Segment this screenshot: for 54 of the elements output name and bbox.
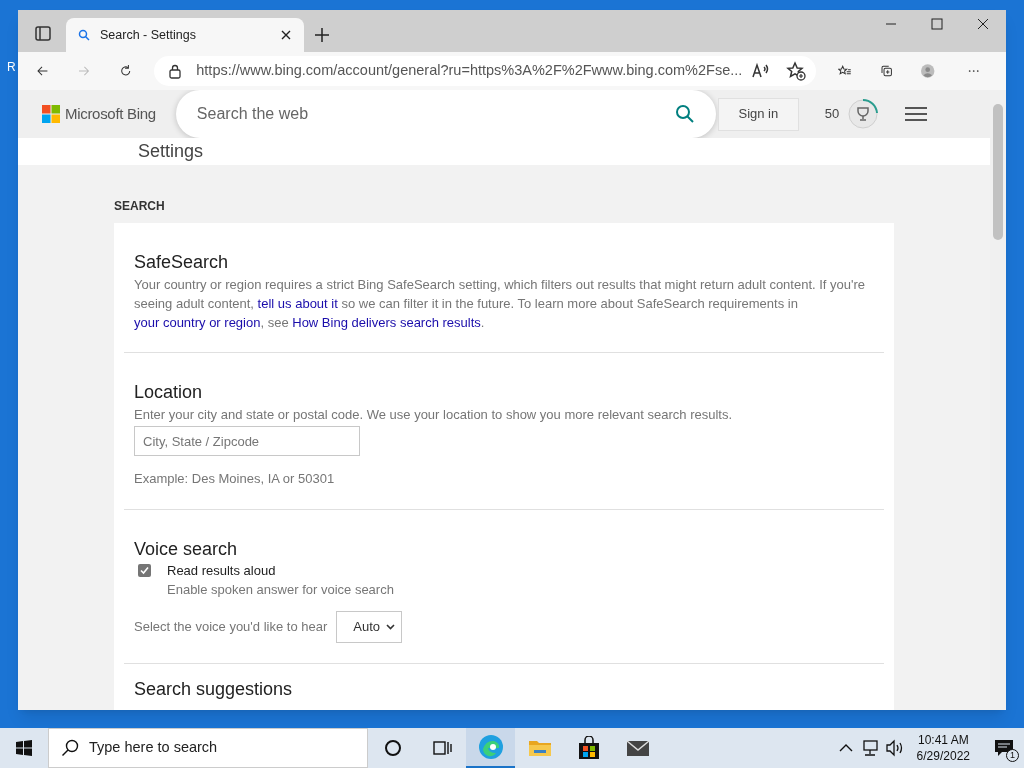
cortana-icon[interactable] [383,739,402,757]
search-field[interactable]: Search the web [175,90,716,138]
section-title: Location [134,381,204,403]
volume-icon[interactable] [884,739,905,757]
chevron-up-icon[interactable] [838,743,853,753]
points-count: 50 [824,105,840,124]
taskbar-search-placeholder: Type here to search [89,738,218,758]
search-icon[interactable] [674,104,695,124]
chevron-down-icon [386,623,395,630]
task-view-icon[interactable] [431,738,452,758]
search-placeholder: Search the web [196,104,310,124]
taskbar-search-field[interactable]: Type here to search [48,728,368,768]
notification-icon[interactable] [994,739,1014,757]
menu-icon[interactable] [905,106,928,122]
section-label: SEARCH [114,198,166,215]
section-title: SafeSearch [134,251,230,273]
scroll-thumb[interactable] [993,104,1003,240]
text-link[interactable]: How Bing delivers search results [292,315,481,330]
desktop-icon-label: R [7,59,16,76]
trophy-icon[interactable] [847,98,880,130]
lock-icon [168,63,183,79]
checkbox[interactable] [138,563,151,577]
logo-text: Microsoft Bing [65,103,156,124]
location-field[interactable]: City, State / Zipcode [134,426,360,456]
clock[interactable]: 10:41 AM 6/29/2022 [910,732,976,764]
notification-badge: 1 [1006,749,1019,762]
section-title: Voice search [134,537,239,560]
logo-icon [42,105,60,123]
checkbox-description: Enable spoken answer for voice search [167,580,394,599]
browser-tab[interactable]: Search - Settings [66,18,304,52]
tab-title: Search - Settings [100,26,197,44]
search-icon [61,739,79,757]
example-text: Example: Des Moines, IA or 50301 [134,470,336,488]
close-icon[interactable] [280,29,292,41]
add-favorite-icon[interactable] [786,61,807,81]
store-icon[interactable] [576,736,601,760]
text-link[interactable]: tell us about it [257,296,338,311]
description-text: Enter your city and state or postal code. We use your location to show you more relevant search results. [134,406,734,424]
search-icon [78,29,90,41]
description-text: Your country or region requires a strict Bing SafeSearch setting, which filters out results that might return adult content. If you're seeing adult content, tell us about it so we can filter it in the future. To learn more about SafeSearch requirements in your country or region, see How Bing delivers search results. [134,276,867,332]
close-icon[interactable] [975,16,991,32]
new-tab-icon[interactable] [314,27,330,43]
checkbox-label: Read results aloud [167,561,277,580]
page-title: Settings [138,140,204,163]
voice-select[interactable]: Auto [336,610,402,643]
sign-in-button[interactable]: Sign in [717,97,799,131]
profile-icon[interactable] [921,61,935,81]
select-label: Select the voice you'd like to hear [134,617,328,636]
maximize-icon[interactable] [929,16,945,32]
windows-start-icon[interactable] [16,740,32,756]
url-text: https://www.bing.com/account/general?ru=https%3A%2F%2Fwww.bing.com%2Fse... [196,61,743,81]
address-bar[interactable]: https://www.bing.com/account/general?ru=https%3A%2F%2Fwww.bing.com%2Fse... [154,56,817,86]
network-icon[interactable] [860,739,879,757]
section-title: Search suggestions [134,677,294,700]
